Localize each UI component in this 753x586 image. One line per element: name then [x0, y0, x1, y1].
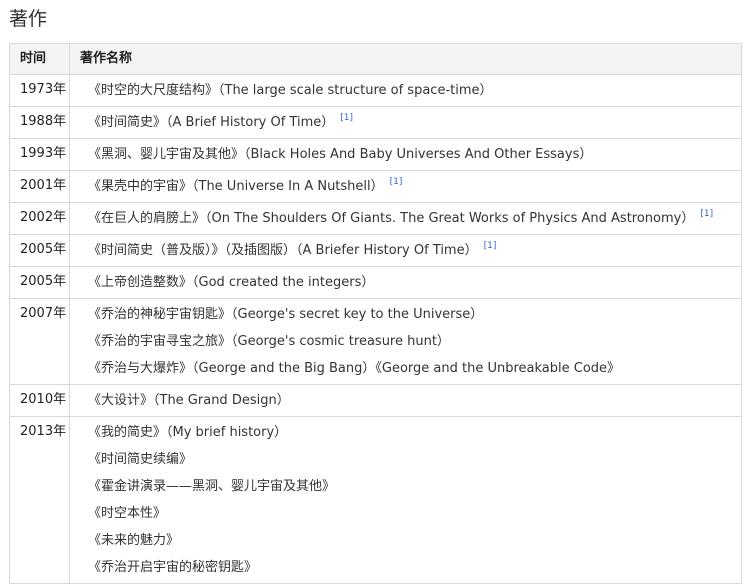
- work-title: 《乔治的宇宙寻宝之旅》（George's cosmic treasure hun…: [88, 334, 450, 349]
- year-cell: 2007年: [9, 298, 70, 385]
- work-title: 《霍金讲演录——黑洞、婴儿宇宙及其他》: [88, 479, 336, 494]
- work-title: 《乔治与大爆炸》（George and the Big Bang）《George…: [88, 361, 621, 376]
- table-row: 2001年 《果壳中的宇宙》（The Universe In A Nutshell…: [9, 170, 742, 203]
- work-title: 《乔治的神秘宇宙钥匙》（George's secret key to the U…: [88, 307, 484, 322]
- year-cell: 2005年: [9, 234, 70, 267]
- table-row: 2013年 《我的简史》（My brief history） 《时间简史续编》《霍金…: [9, 416, 742, 584]
- work-title: 《上帝创造整数》（God created the integers）: [88, 275, 375, 290]
- year-cell: 2010年: [9, 384, 70, 417]
- reference-link[interactable]: [1]: [390, 177, 403, 187]
- year-cell: 1993年: [9, 138, 70, 171]
- reference-link[interactable]: [1]: [340, 113, 353, 123]
- work-title: 《果壳中的宇宙》（The Universe In A Nutshell）: [88, 179, 384, 194]
- work-item: 《时空本性》: [88, 500, 735, 527]
- table-row: 1988年 《时间简史》（A Brief History Of Time） [1]: [9, 106, 742, 139]
- work-title: 《我的简史》（My brief history）: [88, 425, 288, 440]
- titles-cell: 《大设计》（The Grand Design）: [69, 384, 742, 417]
- titles-cell: 《时间简史》（A Brief History Of Time） [1]: [69, 106, 742, 139]
- reference-link[interactable]: [1]: [700, 209, 713, 219]
- year-cell: 2002年: [9, 202, 70, 235]
- work-item: 《时空的大尺度结构》（The large scale structure of …: [88, 77, 735, 104]
- work-title: 《时空的大尺度结构》（The large scale structure of …: [88, 83, 493, 98]
- table-row: 2005年 《时间简史（普及版）》（及插图版）（A Briefer History…: [9, 234, 742, 267]
- work-item: 《时间简史（普及版）》（及插图版）（A Briefer History Of T…: [88, 237, 735, 264]
- titles-cell: 《上帝创造整数》（God created the integers）: [69, 266, 742, 299]
- work-item: 《上帝创造整数》（God created the integers）: [88, 269, 735, 296]
- header-title: 著作名称: [69, 43, 742, 75]
- work-title: 《在巨人的肩膀上》（On The Shoulders Of Giants. Th…: [88, 211, 695, 226]
- work-title: 《大设计》（The Grand Design）: [88, 393, 290, 408]
- work-item: 《时间简史》（A Brief History Of Time） [1]: [88, 109, 735, 136]
- year-cell: 2013年: [9, 416, 70, 584]
- titles-cell: 《在巨人的肩膀上》（On The Shoulders Of Giants. Th…: [69, 202, 742, 235]
- work-title: 《未来的魅力》: [88, 533, 180, 548]
- work-item: 《乔治的宇宙寻宝之旅》（George's cosmic treasure hun…: [88, 328, 735, 355]
- work-title: 《时间简史（普及版）》（及插图版）（A Briefer History Of T…: [88, 243, 478, 258]
- work-item: 《时间简史续编》: [88, 446, 735, 473]
- table-row: 1993年 《黑洞、婴儿宇宙及其他》（Black Holes And Baby U…: [9, 138, 742, 171]
- work-item: 《乔治的神秘宇宙钥匙》（George's secret key to the U…: [88, 301, 735, 328]
- work-item: 《在巨人的肩膀上》（On The Shoulders Of Giants. Th…: [88, 205, 735, 232]
- reference-link[interactable]: [1]: [484, 241, 497, 251]
- table-row: 2010年 《大设计》（The Grand Design）: [9, 384, 742, 417]
- table-row: 2005年 《上帝创造整数》（God created the integers）: [9, 266, 742, 299]
- table-header-row: 时间 著作名称: [9, 43, 742, 75]
- year-cell: 2005年: [9, 266, 70, 299]
- works-table: 时间 著作名称 1973年 《时空的大尺度结构》（The large scale …: [9, 43, 742, 584]
- work-item: 《果壳中的宇宙》（The Universe In A Nutshell） [1]: [88, 173, 735, 200]
- work-item: 《乔治与大爆炸》（George and the Big Bang）《George…: [88, 355, 735, 382]
- work-item: 《未来的魅力》: [88, 527, 735, 554]
- work-item: 《霍金讲演录——黑洞、婴儿宇宙及其他》: [88, 473, 735, 500]
- work-item: 《大设计》（The Grand Design）: [88, 387, 735, 414]
- year-cell: 1988年: [9, 106, 70, 139]
- work-item: 《我的简史》（My brief history）: [88, 419, 735, 446]
- work-title: 《黑洞、婴儿宇宙及其他》（Black Holes And Baby Univer…: [88, 147, 593, 162]
- table-row: 1973年 《时空的大尺度结构》（The large scale structur…: [9, 74, 742, 107]
- titles-cell: 《果壳中的宇宙》（The Universe In A Nutshell） [1]: [69, 170, 742, 203]
- table-row: 2007年 《乔治的神秘宇宙钥匙》（George's secret key to …: [9, 298, 742, 385]
- titles-cell: 《时空的大尺度结构》（The large scale structure of …: [69, 74, 742, 107]
- work-item: 《乔治开启宇宙的秘密钥匙》: [88, 554, 735, 581]
- section-title: 著作: [9, 8, 48, 30]
- work-title: 《时间简史续编》: [88, 452, 193, 467]
- work-title: 《乔治开启宇宙的秘密钥匙》: [88, 560, 258, 575]
- year-cell: 2001年: [9, 170, 70, 203]
- titles-cell: 《时间简史（普及版）》（及插图版）（A Briefer History Of T…: [69, 234, 742, 267]
- titles-cell: 《黑洞、婴儿宇宙及其他》（Black Holes And Baby Univer…: [69, 138, 742, 171]
- titles-cell: 《乔治的神秘宇宙钥匙》（George's secret key to the U…: [69, 298, 742, 385]
- header-year: 时间: [9, 43, 70, 75]
- work-item: 《黑洞、婴儿宇宙及其他》（Black Holes And Baby Univer…: [88, 141, 735, 168]
- table-row: 2002年 《在巨人的肩膀上》（On The Shoulders Of Giant…: [9, 202, 742, 235]
- works-table-body: 1973年 《时空的大尺度结构》（The large scale structur…: [9, 74, 742, 584]
- work-title: 《时空本性》: [88, 506, 167, 521]
- year-cell: 1973年: [9, 74, 70, 107]
- work-title: 《时间简史》（A Brief History Of Time）: [88, 115, 335, 130]
- titles-cell: 《我的简史》（My brief history） 《时间简史续编》《霍金讲演录——…: [69, 416, 742, 584]
